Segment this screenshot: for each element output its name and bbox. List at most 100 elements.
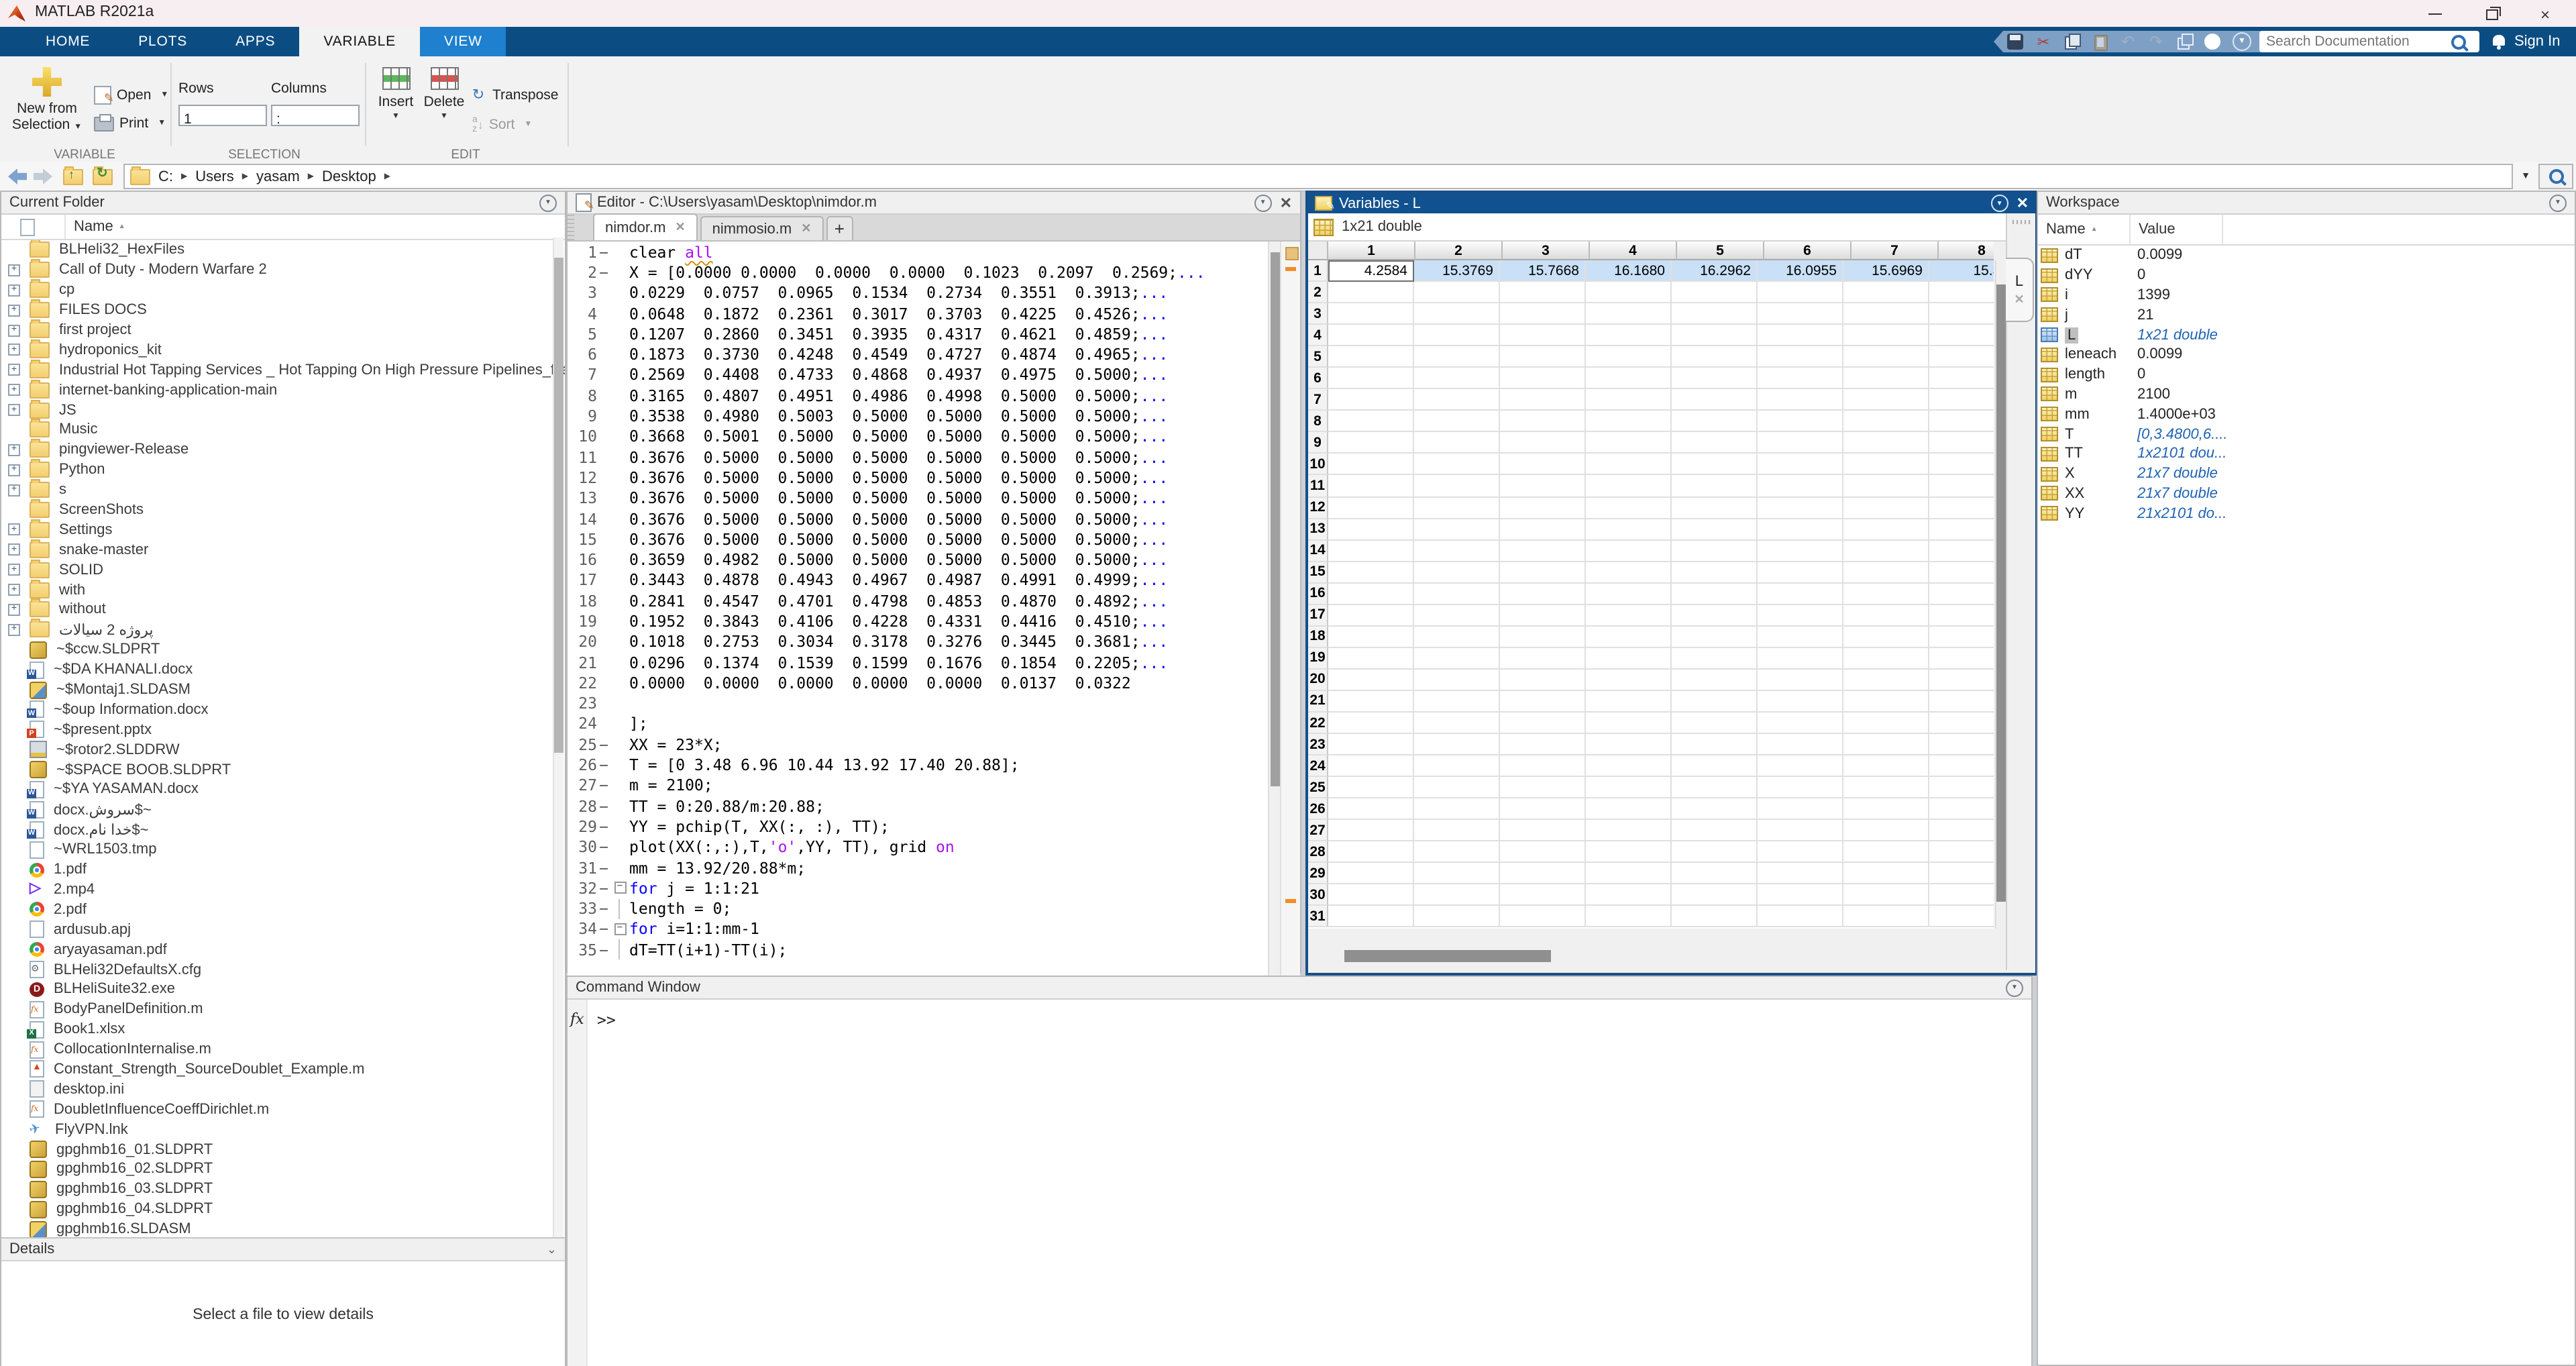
cell-r12c8[interactable] xyxy=(1929,497,1994,519)
cell-r25c3[interactable] xyxy=(1500,777,1586,798)
cell-r12c4[interactable] xyxy=(1586,497,1672,519)
code-line-29[interactable]: 29−YY = pchip(T, XX(:, :), TT); xyxy=(568,817,1300,837)
workspace-row-m[interactable]: m2100 xyxy=(2038,384,2575,405)
expand-icon[interactable]: + xyxy=(8,304,20,316)
cell-r2c5[interactable] xyxy=(1672,282,1758,303)
cell-r13c5[interactable] xyxy=(1672,519,1758,540)
file-row[interactable]: CollocationInternalise.m xyxy=(1,1039,565,1059)
print-button[interactable]: Print▼ xyxy=(94,115,166,132)
workspace-row-mm[interactable]: mm1.4000e+03 xyxy=(2038,405,2575,425)
cell-r9c7[interactable] xyxy=(1843,433,1929,454)
code-line-21[interactable]: 210.0296 0.1374 0.1539 0.1599 0.1676 0.1… xyxy=(568,652,1300,673)
forward-icon[interactable] xyxy=(34,168,52,185)
cell-r2c6[interactable] xyxy=(1758,282,1843,303)
cell-r28c6[interactable] xyxy=(1758,842,1843,863)
file-row[interactable]: +JS xyxy=(1,400,565,420)
row-header-15[interactable]: 15 xyxy=(1308,562,1328,583)
row-header-12[interactable]: 12 xyxy=(1308,497,1328,519)
file-row[interactable]: ardusub.apj xyxy=(1,920,565,940)
cell-r16c7[interactable] xyxy=(1843,583,1929,605)
col-header-1[interactable]: 1 xyxy=(1328,242,1415,260)
row-header-6[interactable]: 6 xyxy=(1308,368,1328,389)
file-row[interactable]: 2.pdf xyxy=(1,900,565,920)
undo-icon[interactable] xyxy=(2120,34,2136,50)
cell-r28c3[interactable] xyxy=(1500,842,1586,863)
cell-r16c6[interactable] xyxy=(1758,583,1843,605)
cell-r10c8[interactable] xyxy=(1929,454,1994,476)
cell-r19c8[interactable] xyxy=(1929,648,1994,670)
cell-r20c5[interactable] xyxy=(1672,670,1758,691)
cell-r7c4[interactable] xyxy=(1586,390,1672,411)
rows-input[interactable] xyxy=(180,111,262,127)
cell-r11c2[interactable] xyxy=(1414,476,1500,497)
workspace-column-header[interactable]: Name ▲ Value xyxy=(2038,215,2575,246)
variable-document-tab-L[interactable]: L ✕ xyxy=(2006,258,2034,322)
file-row[interactable]: +پروژه 2 سیالات xyxy=(1,620,565,640)
cell-r29c3[interactable] xyxy=(1500,863,1586,885)
file-row[interactable]: ~$ccw.SLDPRT xyxy=(1,640,565,660)
ribbon-tab-variable[interactable]: VARIABLE xyxy=(299,27,420,56)
cell-r24c1[interactable] xyxy=(1328,755,1414,777)
ribbon-tab-home[interactable]: HOME xyxy=(21,27,114,56)
cell-r6c6[interactable] xyxy=(1758,368,1843,389)
search-documentation-input[interactable] xyxy=(2259,34,2451,50)
expand-icon[interactable]: + xyxy=(8,364,20,376)
cell-r25c7[interactable] xyxy=(1843,777,1929,798)
cell-r3c6[interactable] xyxy=(1758,303,1843,325)
file-row[interactable]: P~$present.pptx xyxy=(1,720,565,740)
cell-r28c7[interactable] xyxy=(1843,842,1929,863)
file-row[interactable]: +FILES DOCS xyxy=(1,300,565,320)
cell-r17c8[interactable] xyxy=(1929,605,1994,627)
cell-r4c7[interactable] xyxy=(1843,325,1929,346)
cell-r18c3[interactable] xyxy=(1500,627,1586,648)
cell-r9c1[interactable] xyxy=(1328,433,1414,454)
cell-r6c3[interactable] xyxy=(1500,368,1586,389)
cell-r20c6[interactable] xyxy=(1758,670,1843,691)
workspace-row-dT[interactable]: dT0.0099 xyxy=(2038,246,2575,266)
breadcrumb-item[interactable]: C: xyxy=(158,168,173,185)
code-line-35[interactable]: 35−dT=TT(i+1)-TT(i); xyxy=(568,939,1300,960)
browse-folder-icon[interactable] xyxy=(93,168,113,185)
cell-r27c7[interactable] xyxy=(1843,820,1929,841)
code-fold-icon[interactable]: − xyxy=(614,923,626,935)
code-line-16[interactable]: 160.3659 0.4982 0.5000 0.5000 0.5000 0.5… xyxy=(568,549,1300,570)
cell-r11c4[interactable] xyxy=(1586,476,1672,497)
row-header-23[interactable]: 23 xyxy=(1308,734,1328,755)
cell-r4c3[interactable] xyxy=(1500,325,1586,346)
cell-r27c8[interactable] xyxy=(1929,820,1994,841)
cell-r11c5[interactable] xyxy=(1672,476,1758,497)
file-row[interactable]: gpghmb16_03.SLDPRT xyxy=(1,1179,565,1200)
cell-r4c4[interactable] xyxy=(1586,325,1672,346)
cell-r3c5[interactable] xyxy=(1672,303,1758,325)
cell-r28c1[interactable] xyxy=(1328,842,1414,863)
cell-r31c4[interactable] xyxy=(1586,906,1672,928)
cell-r5c6[interactable] xyxy=(1758,346,1843,368)
cell-r16c2[interactable] xyxy=(1414,583,1500,605)
cell-r17c5[interactable] xyxy=(1672,605,1758,627)
cell-r16c8[interactable] xyxy=(1929,583,1994,605)
cell-r4c6[interactable] xyxy=(1758,325,1843,346)
file-row[interactable]: ~WRL1503.tmp xyxy=(1,839,565,859)
file-row[interactable]: W~$YA YASAMAN.docx xyxy=(1,780,565,800)
file-row[interactable]: ▷2.mp4 xyxy=(1,880,565,900)
cell-r22c4[interactable] xyxy=(1586,713,1672,734)
cell-r18c8[interactable] xyxy=(1929,627,1994,648)
cell-r7c3[interactable] xyxy=(1500,390,1586,411)
cell-r2c8[interactable] xyxy=(1929,282,1994,303)
cell-r20c7[interactable] xyxy=(1843,670,1929,691)
code-line-31[interactable]: 31−mm = 13.92/20.88*m; xyxy=(568,857,1300,878)
cell-r27c5[interactable] xyxy=(1672,820,1758,841)
cell-r2c7[interactable] xyxy=(1843,282,1929,303)
cell-r20c3[interactable] xyxy=(1500,670,1586,691)
code-line-2[interactable]: 2−X = [0.0000 0.0000 0.0000 0.0000 0.102… xyxy=(568,262,1300,283)
cell-r26c3[interactable] xyxy=(1500,798,1586,820)
code-fold-icon[interactable]: − xyxy=(614,882,626,894)
cell-r25c8[interactable] xyxy=(1929,777,1994,798)
file-row[interactable]: 1.pdf xyxy=(1,859,565,880)
file-row[interactable]: BLHeli32DefaultsX.cfg xyxy=(1,959,565,980)
row-header-28[interactable]: 28 xyxy=(1308,842,1328,863)
expand-icon[interactable]: + xyxy=(8,604,20,616)
code-line-7[interactable]: 70.2569 0.4408 0.4733 0.4868 0.4937 0.49… xyxy=(568,365,1300,386)
command-window-body[interactable]: fx >> xyxy=(568,1000,2031,1366)
cell-r24c7[interactable] xyxy=(1843,755,1929,777)
